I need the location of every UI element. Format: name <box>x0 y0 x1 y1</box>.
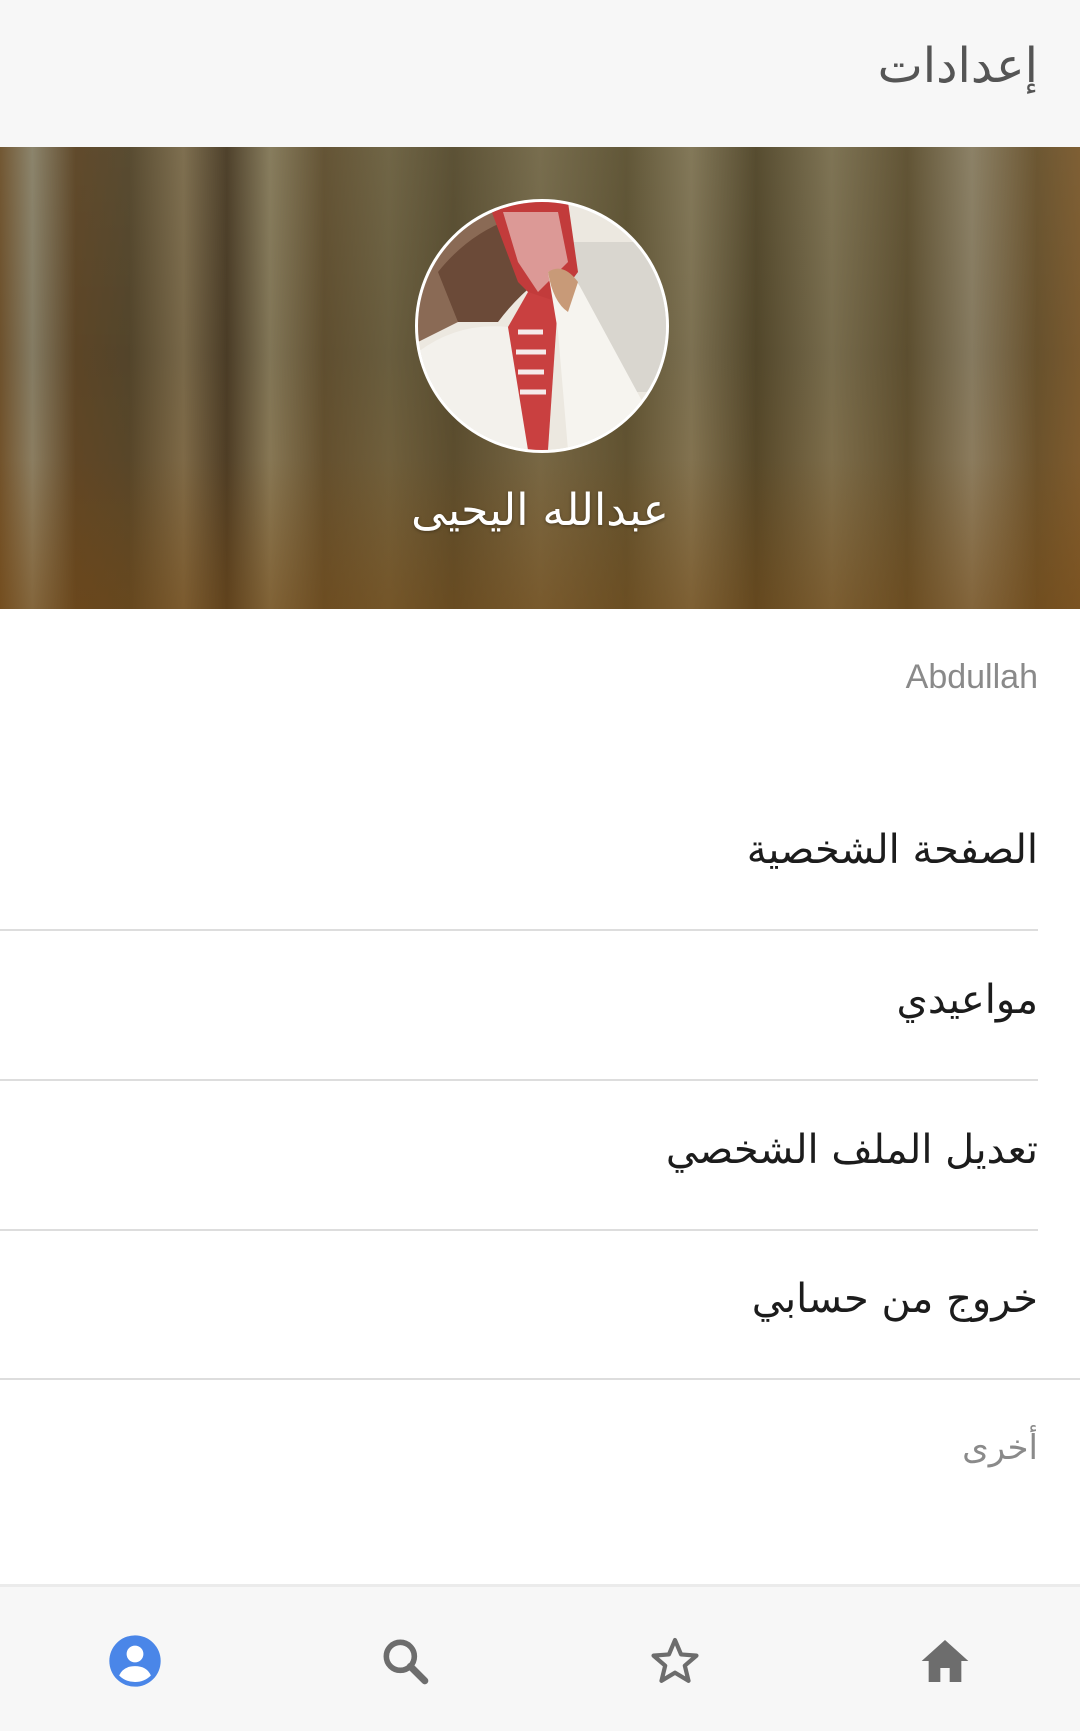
other-section-label: أخرى <box>962 1428 1038 1468</box>
menu-item-profile-page[interactable]: الصفحة الشخصية <box>0 781 1038 931</box>
username-label: Abdullah <box>905 658 1038 696</box>
profile-name: عبدالله اليحيى <box>411 485 669 536</box>
nav-account[interactable] <box>0 1587 270 1731</box>
nav-home[interactable] <box>810 1587 1080 1731</box>
home-icon <box>921 1639 969 1682</box>
app-bar: إعدادات <box>0 0 1080 148</box>
menu-item-my-appointments[interactable]: مواعيدي <box>0 931 1038 1081</box>
menu-item-label: خروج من حسابي <box>751 1276 1038 1322</box>
settings-screen: إعدادات عبدالله اليحيى Abdullah الصفحة ا… <box>0 0 1080 1731</box>
bottom-nav <box>0 1584 1080 1731</box>
search-icon <box>383 1639 429 1684</box>
page-title: إعدادات <box>877 38 1038 94</box>
menu-item-label: مواعيدي <box>896 977 1038 1023</box>
nav-search[interactable] <box>270 1587 540 1731</box>
menu-item-edit-profile[interactable]: تعديل الملف الشخصي <box>0 1081 1038 1231</box>
account-icon <box>109 1634 161 1687</box>
star-outline-icon <box>651 1637 699 1683</box>
menu-item-logout[interactable]: خروج من حسابي <box>0 1230 1080 1380</box>
avatar-image <box>418 202 666 450</box>
menu-item-label: تعديل الملف الشخصي <box>665 1127 1038 1173</box>
profile-header: عبدالله اليحيى <box>0 147 1080 609</box>
menu-item-label: الصفحة الشخصية <box>746 827 1038 873</box>
nav-favorites[interactable] <box>540 1587 810 1731</box>
avatar[interactable] <box>415 199 669 453</box>
